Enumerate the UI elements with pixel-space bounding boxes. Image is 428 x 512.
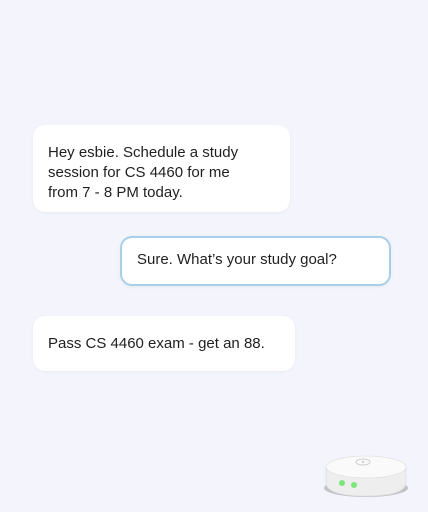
message-text-line: Hey esbie. Schedule a study: [48, 144, 239, 161]
message-text-line: from 7 - 8 PM today.: [48, 184, 183, 201]
status-light: [339, 480, 345, 486]
user-message-bubble: Hey esbie. Schedule a study session for …: [33, 125, 290, 212]
smart-speaker-graphic: [324, 455, 408, 497]
assistant-message-bubble: Sure. What’s your study goal?: [120, 236, 391, 286]
message-text-line: session for CS 4460 for me: [48, 164, 230, 181]
status-light: [351, 482, 357, 488]
user-message-bubble: Pass CS 4460 exam - get an 88.: [33, 316, 295, 371]
device-button-dot: [361, 460, 365, 464]
smart-speaker-icon: [322, 450, 410, 500]
message-text: Sure. What’s your study goal?: [137, 251, 337, 268]
message-text: Pass CS 4460 exam - get an 88.: [48, 335, 265, 352]
